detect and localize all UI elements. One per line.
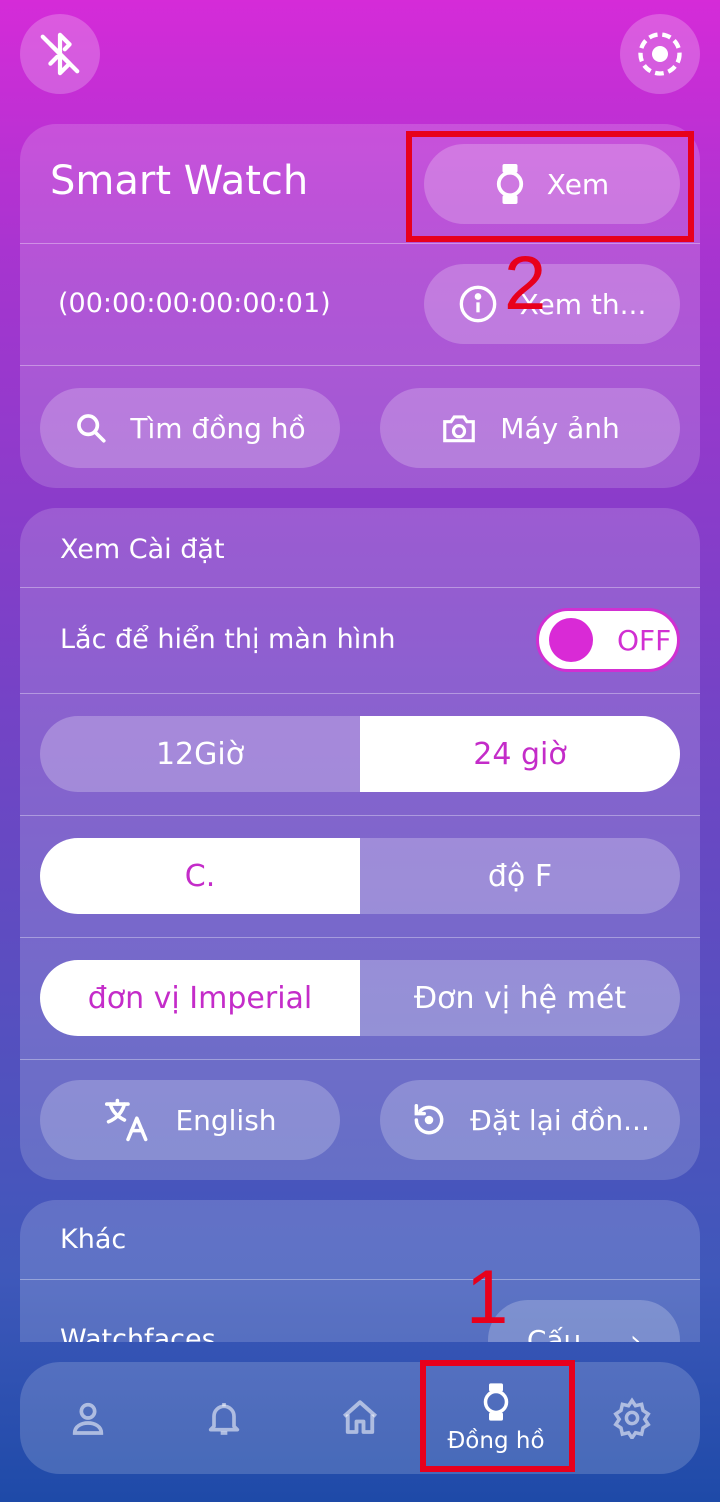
- units-row: đơn vị Imperial Đơn vị hệ mét: [20, 938, 700, 1060]
- settings-title: Xem Cài đặt: [60, 534, 225, 565]
- device-actions-row: Tìm đồng hồ Máy ảnh: [20, 366, 700, 488]
- bottom-nav: Đồng hồ: [20, 1362, 700, 1474]
- find-watch-button[interactable]: Tìm đồng hồ: [40, 388, 340, 468]
- scan-dot: [652, 46, 668, 62]
- device-name: Smart Watch: [50, 158, 309, 204]
- annotation-box-nav-watch: [420, 1360, 575, 1472]
- annotation-number-one: 1: [466, 1255, 509, 1340]
- shake-row: Lắc để hiển thị màn hình OFF: [20, 588, 700, 694]
- chevron-right-icon: ›: [629, 1323, 642, 1343]
- shake-toggle[interactable]: OFF: [536, 608, 680, 672]
- home-icon: [342, 1400, 378, 1434]
- bluetooth-button[interactable]: [20, 14, 100, 94]
- time-format-segment: 12Giờ 24 giờ: [40, 716, 680, 792]
- nav-home[interactable]: [310, 1362, 410, 1474]
- reset-icon: [414, 1104, 444, 1135]
- annotation-number-two: 2: [504, 241, 547, 326]
- scan-button[interactable]: [620, 14, 700, 94]
- temperature-segment: C. độ F: [40, 838, 680, 914]
- device-address-row: (00:00:00:00:00:01) Xem th...: [20, 244, 700, 366]
- time-format-row: 12Giờ 24 giờ: [20, 694, 700, 816]
- nav-settings[interactable]: [582, 1362, 682, 1474]
- temp-c-option[interactable]: C.: [40, 838, 360, 914]
- search-icon: [77, 414, 106, 443]
- profile-icon: [72, 1402, 104, 1435]
- language-reset-row: English Đặt lại đồn...: [20, 1060, 700, 1180]
- settings-title-row: Xem Cài đặt: [20, 508, 700, 588]
- annotation-box-view: [406, 131, 694, 242]
- temperature-row: C. độ F: [20, 816, 700, 938]
- device-address: (00:00:00:00:00:01): [58, 288, 331, 319]
- gear-icon: [613, 1397, 651, 1439]
- camera-label: Máy ảnh: [500, 411, 620, 445]
- find-watch-label: Tìm đồng hồ: [130, 411, 306, 445]
- other-card: Khác Watchfaces Cấu... ›: [20, 1200, 700, 1342]
- camera-icon: [443, 415, 476, 443]
- bell-icon: [208, 1403, 240, 1435]
- bluetooth-off-icon: [40, 32, 80, 76]
- temp-f-option[interactable]: độ F: [360, 838, 680, 914]
- time-24-option[interactable]: 24 giờ: [360, 716, 680, 792]
- info-icon: [459, 285, 496, 323]
- reset-watch-button[interactable]: Đặt lại đồn...: [380, 1080, 680, 1160]
- nav-profile[interactable]: [38, 1362, 138, 1474]
- imperial-option[interactable]: đơn vị Imperial: [40, 960, 360, 1036]
- toggle-knob: [549, 618, 593, 662]
- watchfaces-button-label: Cấu...: [526, 1323, 608, 1343]
- metric-option[interactable]: Đơn vị hệ mét: [360, 960, 680, 1036]
- time-12-option[interactable]: 12Giờ: [40, 716, 360, 792]
- other-title: Khác: [60, 1224, 127, 1255]
- other-title-row: Khác: [20, 1200, 700, 1280]
- watchfaces-label: Watchfaces: [60, 1324, 216, 1342]
- units-segment: đơn vị Imperial Đơn vị hệ mét: [40, 960, 680, 1036]
- language-label: English: [175, 1103, 277, 1137]
- watchfaces-row: Watchfaces Cấu... ›: [20, 1280, 700, 1342]
- language-button[interactable]: English: [40, 1080, 340, 1160]
- device-info-button[interactable]: Xem th...: [424, 264, 680, 344]
- settings-card: Xem Cài đặt Lắc để hiển thị màn hình OFF…: [20, 508, 700, 1180]
- reset-watch-label: Đặt lại đồn...: [470, 1103, 650, 1137]
- shake-label: Lắc để hiển thị màn hình: [60, 624, 396, 655]
- camera-button[interactable]: Máy ảnh: [380, 388, 680, 468]
- nav-notifications[interactable]: [174, 1362, 274, 1474]
- watchfaces-button[interactable]: Cấu... ›: [488, 1300, 680, 1342]
- shake-toggle-text: OFF: [617, 623, 672, 657]
- translate-icon: [105, 1098, 148, 1142]
